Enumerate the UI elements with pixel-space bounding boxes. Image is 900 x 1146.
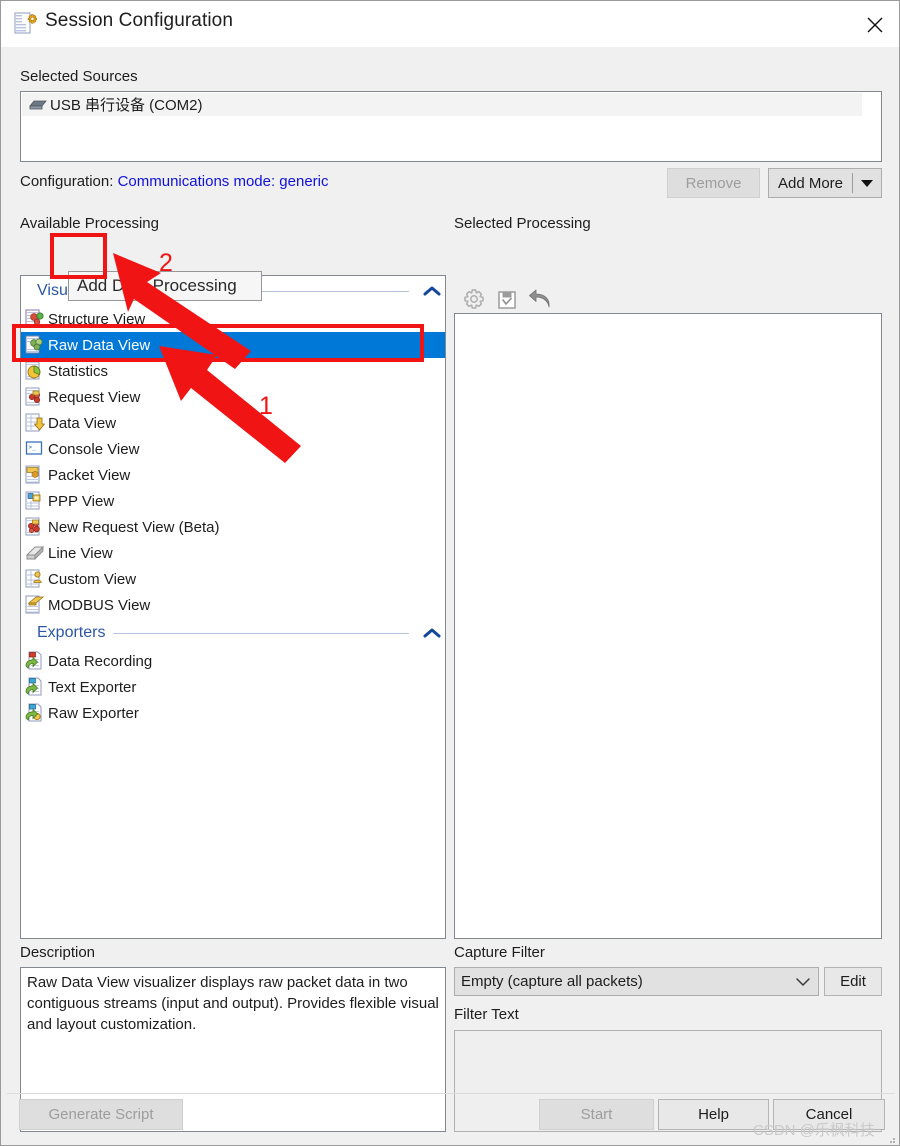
statistics-icon <box>25 361 45 381</box>
raw-exporter-icon <box>25 703 45 723</box>
list-item[interactable]: Text Exporter <box>21 674 445 700</box>
config-document-icon <box>13 11 38 35</box>
chevron-down-icon[interactable] <box>853 178 881 188</box>
list-item[interactable]: MODBUS View <box>21 592 445 618</box>
chevron-up-icon[interactable] <box>419 285 445 297</box>
list-item[interactable]: >_ Console View <box>21 436 445 462</box>
svg-text:>_: >_ <box>29 444 37 451</box>
selected-sources-label: Selected Sources <box>20 68 138 85</box>
text-exporter-icon <box>25 677 45 697</box>
capture-filter-value: Empty (capture all packets) <box>461 973 643 990</box>
configuration-prefix: Configuration: <box>20 173 114 190</box>
capture-filter-select[interactable]: Empty (capture all packets) <box>454 967 819 996</box>
list-item-label: Raw Exporter <box>48 704 139 722</box>
add-more-button[interactable]: Add More <box>768 168 882 198</box>
console-view-icon: >_ <box>25 439 45 459</box>
list-item[interactable]: Statistics <box>21 358 445 384</box>
selected-sources-list[interactable]: USB 串行设备 (COM2) <box>20 91 882 162</box>
list-item[interactable]: Packet View <box>21 462 445 488</box>
available-processing-label: Available Processing <box>20 215 159 232</box>
list-item[interactable]: New Request View (Beta) <box>21 514 445 540</box>
footer-divider <box>7 1093 895 1094</box>
capture-filter-label: Capture Filter <box>454 944 545 961</box>
available-processing-list[interactable]: Visualizers Structure View <box>20 275 446 939</box>
modbus-view-icon <box>25 595 45 615</box>
add-more-label: Add More <box>777 174 844 192</box>
group-rule <box>113 632 409 634</box>
list-item[interactable]: Request View <box>21 384 445 410</box>
close-button[interactable] <box>849 1 899 45</box>
help-button[interactable]: Help <box>658 1099 769 1130</box>
group-name: Exporters <box>37 624 106 641</box>
list-item-label: Console View <box>48 440 140 458</box>
group-header-exporters[interactable]: Exporters <box>21 618 445 648</box>
close-icon <box>867 17 883 33</box>
list-item-label: Packet View <box>48 466 131 484</box>
list-item-label: Request View <box>48 388 141 406</box>
dialog-client-area: Selected Sources USB 串行设备 (COM2) Configu… <box>1 47 899 1145</box>
list-item[interactable]: Data Recording <box>21 648 445 674</box>
undo-processing-button[interactable] <box>525 285 555 315</box>
selected-processing-list[interactable] <box>454 313 882 939</box>
list-item[interactable]: Custom View <box>21 566 445 592</box>
list-item-label: Text Exporter <box>48 678 137 696</box>
list-item[interactable]: Structure View <box>21 306 445 332</box>
list-item-label: MODBUS View <box>48 596 151 614</box>
start-button[interactable]: Start <box>539 1099 654 1130</box>
line-view-icon <box>25 543 45 563</box>
new-request-view-icon <box>25 517 45 537</box>
structure-view-icon <box>25 309 45 329</box>
list-item-raw-data-view[interactable]: Raw Data View <box>21 332 445 358</box>
list-item[interactable]: Raw Exporter <box>21 700 445 726</box>
packet-view-icon <box>25 465 45 485</box>
custom-view-icon <box>25 569 45 589</box>
configuration-value-link[interactable]: Communications mode: generic <box>118 173 329 190</box>
configure-processing-button[interactable] <box>459 285 489 315</box>
chevron-up-icon[interactable] <box>419 627 445 639</box>
list-item[interactable]: PPP View <box>21 488 445 514</box>
remove-button[interactable]: Remove <box>667 168 760 198</box>
add-data-processing-tooltip: Add Data Processing <box>68 271 262 301</box>
configuration-line: Configuration: Communications mode: gene… <box>20 173 329 190</box>
list-item-label: Structure View <box>48 310 146 328</box>
selected-processing-label: Selected Processing <box>454 215 591 232</box>
list-item[interactable]: Line View <box>21 540 445 566</box>
filter-text-label: Filter Text <box>454 1006 519 1023</box>
list-item-label: New Request View (Beta) <box>48 518 220 536</box>
request-view-icon <box>25 387 45 407</box>
list-item-label: Data Recording <box>48 652 153 670</box>
edit-filter-button[interactable]: Edit <box>824 967 882 996</box>
list-item-label: Data View <box>48 414 117 432</box>
description-label: Description <box>20 944 96 961</box>
save-icon <box>498 291 516 309</box>
gear-icon <box>464 289 484 309</box>
undo-arrow-icon <box>529 289 550 308</box>
list-item-label: Statistics <box>48 362 109 380</box>
generate-script-button[interactable]: Generate Script <box>19 1099 183 1130</box>
list-item-label: Custom View <box>48 570 137 588</box>
list-item-label: Line View <box>48 544 113 562</box>
raw-data-view-icon <box>25 335 45 355</box>
serial-device-icon <box>28 97 48 113</box>
title-bar: Session Configuration <box>1 1 899 47</box>
list-item-label: PPP View <box>48 492 115 510</box>
save-processing-button[interactable] <box>492 285 522 315</box>
session-configuration-window: Session Configuration Selected Sources U… <box>0 0 900 1146</box>
chevron-down-icon[interactable] <box>788 977 818 987</box>
cancel-button[interactable]: Cancel <box>773 1099 885 1130</box>
resize-grip[interactable] <box>885 1132 897 1144</box>
source-list-item-label: USB 串行设备 (COM2) <box>50 97 203 114</box>
list-item[interactable]: Data View <box>21 410 445 436</box>
data-recording-icon <box>25 651 45 671</box>
ppp-view-icon <box>25 491 45 511</box>
list-item-label: Raw Data View <box>48 336 151 354</box>
source-list-item[interactable]: USB 串行设备 (COM2) <box>22 93 862 116</box>
window-title: Session Configuration <box>45 10 233 31</box>
data-view-icon <box>25 413 46 433</box>
